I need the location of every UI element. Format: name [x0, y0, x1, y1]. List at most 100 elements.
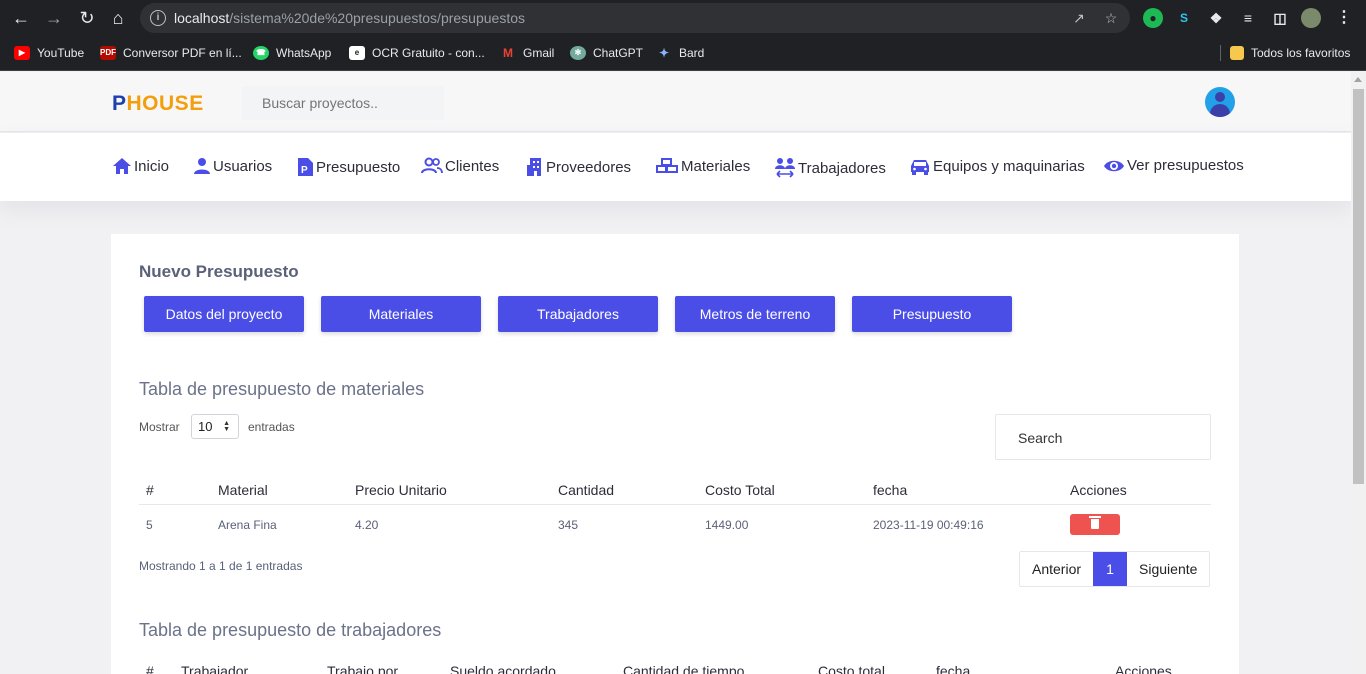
- bookmarks-bar: ▶ YouTube PDF Conversor PDF en lí... ☎ What…: [0, 36, 1366, 71]
- table-cell: 5: [146, 518, 153, 532]
- previous-page-button[interactable]: Anterior: [1020, 552, 1093, 586]
- table-cell: Arena Fina: [218, 518, 277, 532]
- table-divider: [139, 504, 1211, 505]
- step-datos-proyecto-button[interactable]: Datos del proyecto: [144, 296, 304, 332]
- column-header[interactable]: #: [146, 663, 154, 674]
- url-text[interactable]: localhost/sistema%20de%20presupuestos/pr…: [174, 10, 525, 26]
- address-bar[interactable]: i localhost/sistema%20de%20presupuestos/…: [140, 3, 1130, 33]
- column-header[interactable]: Cantidad: [558, 482, 614, 498]
- table-search-input[interactable]: Search: [995, 414, 1211, 460]
- show-label: Mostrar: [139, 420, 180, 434]
- profile-avatar-icon[interactable]: [1301, 8, 1321, 28]
- svg-text:P: P: [301, 165, 308, 176]
- whatsapp-icon: ☎: [253, 46, 269, 60]
- page-title: Nuevo Presupuesto: [139, 262, 299, 281]
- column-header[interactable]: Precio Unitario: [355, 482, 447, 498]
- bookmark-ocr[interactable]: e OCR Gratuito - con...: [349, 45, 485, 61]
- gmail-icon: M: [503, 46, 513, 60]
- media-icon[interactable]: ≡: [1238, 8, 1258, 28]
- folder-icon: [1230, 46, 1244, 60]
- table-cell: 2023-11-19 00:49:16: [873, 518, 984, 532]
- bookmark-youtube[interactable]: ▶ YouTube: [14, 45, 84, 61]
- menu-item-inicio[interactable]: Inicio: [112, 157, 169, 175]
- column-header[interactable]: Acciones: [1070, 482, 1127, 498]
- table-info: Mostrando 1 a 1 de 1 entradas: [139, 559, 303, 573]
- column-header[interactable]: fecha: [873, 482, 907, 498]
- menu-item-ver-presupuestos[interactable]: Ver presupuestos: [1103, 157, 1244, 174]
- menu-item-proveedores[interactable]: Proveedores: [526, 157, 631, 177]
- browser-toolbar: ← → ↻ ⌂ i localhost/sistema%20de%20presu…: [0, 0, 1366, 36]
- user-icon: [194, 158, 210, 174]
- column-header[interactable]: Cantidad de tiempo: [623, 663, 744, 674]
- step-metros-terreno-button[interactable]: Metros de terreno: [675, 296, 835, 332]
- home-browser-icon[interactable]: ⌂: [106, 6, 130, 30]
- back-icon[interactable]: ←: [9, 6, 33, 30]
- blocks-icon: [656, 158, 678, 173]
- reload-icon[interactable]: ↻: [75, 6, 99, 30]
- building-icon: [527, 158, 541, 176]
- chatgpt-icon: ✻: [570, 46, 586, 60]
- column-header[interactable]: Trabajo por: [327, 663, 398, 674]
- extension-green-icon[interactable]: ●: [1143, 8, 1163, 28]
- page-scrollbar[interactable]: [1351, 72, 1366, 674]
- menu-item-equipos[interactable]: Equipos y maquinarias: [909, 157, 1085, 175]
- extension-s-icon[interactable]: S: [1174, 8, 1194, 28]
- column-header[interactable]: Acciones: [1115, 663, 1172, 674]
- column-header[interactable]: fecha: [936, 663, 970, 674]
- bookmark-gmail[interactable]: M Gmail: [500, 45, 554, 61]
- step-presupuesto-button[interactable]: Presupuesto: [852, 296, 1012, 332]
- main-menu: Inicio Usuarios P Presupuesto Clientes P…: [0, 133, 1351, 201]
- menu-item-clientes[interactable]: Clientes: [421, 157, 499, 175]
- share-icon[interactable]: ↗: [1070, 9, 1088, 27]
- menu-item-usuarios[interactable]: Usuarios: [193, 157, 272, 175]
- pagination: Anterior 1 Siguiente: [1019, 551, 1211, 587]
- table-cell: 345: [558, 518, 579, 532]
- scroll-thumb[interactable]: [1353, 89, 1364, 484]
- trash-icon: [1089, 516, 1101, 529]
- scroll-up-icon[interactable]: [1354, 77, 1362, 82]
- bookmark-separator: [1220, 45, 1221, 61]
- column-header[interactable]: Costo Total: [705, 482, 775, 498]
- materials-table-title: Tabla de presupuesto de materiales: [139, 379, 425, 399]
- users-icon: [421, 157, 443, 174]
- menu-item-presupuesto[interactable]: P Presupuesto: [296, 157, 400, 177]
- entries-label: entradas: [248, 420, 295, 434]
- entries-select[interactable]: 10 ▲ ▼: [191, 414, 239, 439]
- bookmark-bard[interactable]: ✦ Bard: [656, 45, 704, 61]
- column-header[interactable]: #: [146, 482, 154, 498]
- page-1-button[interactable]: 1: [1093, 552, 1128, 586]
- forward-icon[interactable]: →: [42, 6, 66, 30]
- all-bookmarks[interactable]: Todos los favoritos: [1230, 45, 1350, 61]
- project-search-input[interactable]: [242, 86, 444, 120]
- youtube-icon: ▶: [14, 46, 30, 60]
- step-trabajadores-button[interactable]: Trabajadores: [498, 296, 658, 332]
- star-icon[interactable]: ☆: [1102, 9, 1120, 27]
- puzzle-icon[interactable]: ❖: [1206, 8, 1226, 28]
- car-icon: [911, 160, 929, 175]
- table-cell: 4.20: [355, 518, 379, 532]
- page-viewport: PHOUSE Inicio Usuarios P Presupuesto Cli…: [0, 72, 1351, 674]
- delete-button[interactable]: [1070, 514, 1120, 535]
- menu-item-materiales[interactable]: Materiales: [655, 157, 750, 175]
- logo[interactable]: PHOUSE: [112, 92, 204, 116]
- step-materiales-button[interactable]: Materiales: [321, 296, 481, 332]
- info-icon[interactable]: i: [150, 10, 166, 26]
- menu-dots-icon[interactable]: ⋮: [1334, 8, 1354, 28]
- side-panel-icon[interactable]: ◫: [1270, 8, 1290, 28]
- app-header: PHOUSE: [0, 72, 1351, 132]
- budget-card: Nuevo Presupuesto Datos del proyecto Mat…: [111, 234, 1239, 674]
- home-icon: [113, 158, 131, 174]
- ocr-icon: e: [349, 46, 365, 60]
- bookmark-chatgpt[interactable]: ✻ ChatGPT: [570, 45, 643, 61]
- next-page-button[interactable]: Siguiente: [1127, 552, 1209, 586]
- bard-icon: ✦: [658, 46, 670, 60]
- column-header[interactable]: Trabajador: [181, 663, 248, 674]
- menu-item-trabajadores[interactable]: Trabajadores: [774, 157, 886, 179]
- column-header[interactable]: Costo total: [818, 663, 885, 674]
- user-avatar[interactable]: [1205, 87, 1235, 117]
- bookmark-pdf[interactable]: PDF Conversor PDF en lí...: [100, 45, 242, 61]
- column-header[interactable]: Sueldo acordado: [450, 663, 556, 674]
- column-header[interactable]: Material: [218, 482, 268, 498]
- table-cell: 1449.00: [705, 518, 749, 532]
- bookmark-whatsapp[interactable]: ☎ WhatsApp: [253, 45, 331, 61]
